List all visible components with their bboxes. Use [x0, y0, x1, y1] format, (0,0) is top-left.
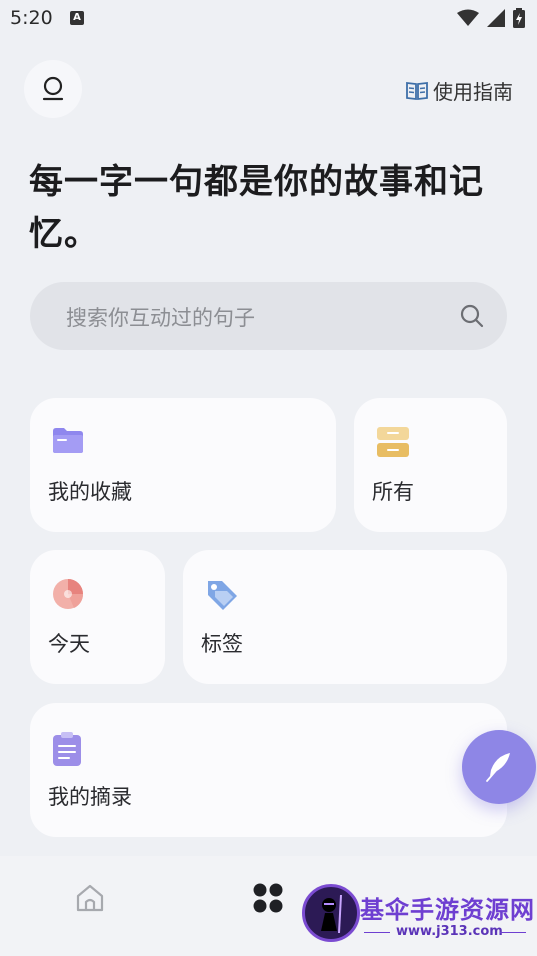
clipboard-icon [53, 732, 81, 766]
grid-tab-icon[interactable] [252, 882, 284, 914]
book-icon [406, 81, 428, 100]
watermark-logo [302, 884, 360, 942]
favorites-label: 我的收藏 [48, 480, 132, 504]
accessibility-notification-icon: A [70, 11, 84, 25]
pie-chart-icon [53, 579, 84, 609]
feather-pen-icon [486, 753, 510, 782]
status-time: 5:20 [10, 7, 53, 29]
user-guide-label: 使用指南 [433, 80, 513, 104]
tag-icon [208, 581, 237, 610]
all-label: 所有 [372, 480, 414, 504]
folder-icon [53, 428, 83, 453]
excerpts-label: 我的摘录 [48, 785, 132, 809]
watermark-url: www.j313.com [396, 924, 503, 939]
user-guide-link[interactable]: 使用指南 [406, 76, 513, 105]
watermark-rule-right [500, 932, 526, 933]
page-headline: 每一字一句都是你的故事和记忆。 [29, 162, 484, 254]
search-placeholder: 搜索你互动过的句子 [66, 306, 255, 330]
status-bar: 5:20 A [0, 0, 537, 38]
compose-fab-button[interactable] [462, 730, 536, 804]
excerpts-card[interactable]: 我的摘录 [30, 703, 507, 837]
watermark: 基伞手游资源网 www.j313.com [302, 884, 537, 946]
tags-card[interactable]: 标签 [183, 550, 507, 684]
watermark-title: 基伞手游资源网 [360, 896, 535, 924]
tags-label: 标签 [201, 632, 243, 656]
home-tab-icon[interactable] [74, 882, 106, 914]
user-icon [42, 76, 64, 101]
battery-icon [513, 8, 525, 28]
cell-signal-icon [487, 9, 505, 27]
profile-avatar-button[interactable] [24, 60, 82, 118]
today-label: 今天 [48, 632, 90, 656]
today-card[interactable]: 今天 [30, 550, 165, 684]
favorites-card[interactable]: 我的收藏 [30, 398, 336, 532]
wifi-icon [457, 9, 479, 26]
watermark-rule-left [364, 932, 390, 933]
search-bar[interactable]: 搜索你互动过的句子 [30, 282, 507, 350]
search-icon[interactable] [459, 303, 485, 329]
archive-icon [377, 427, 409, 457]
all-card[interactable]: 所有 [354, 398, 507, 532]
